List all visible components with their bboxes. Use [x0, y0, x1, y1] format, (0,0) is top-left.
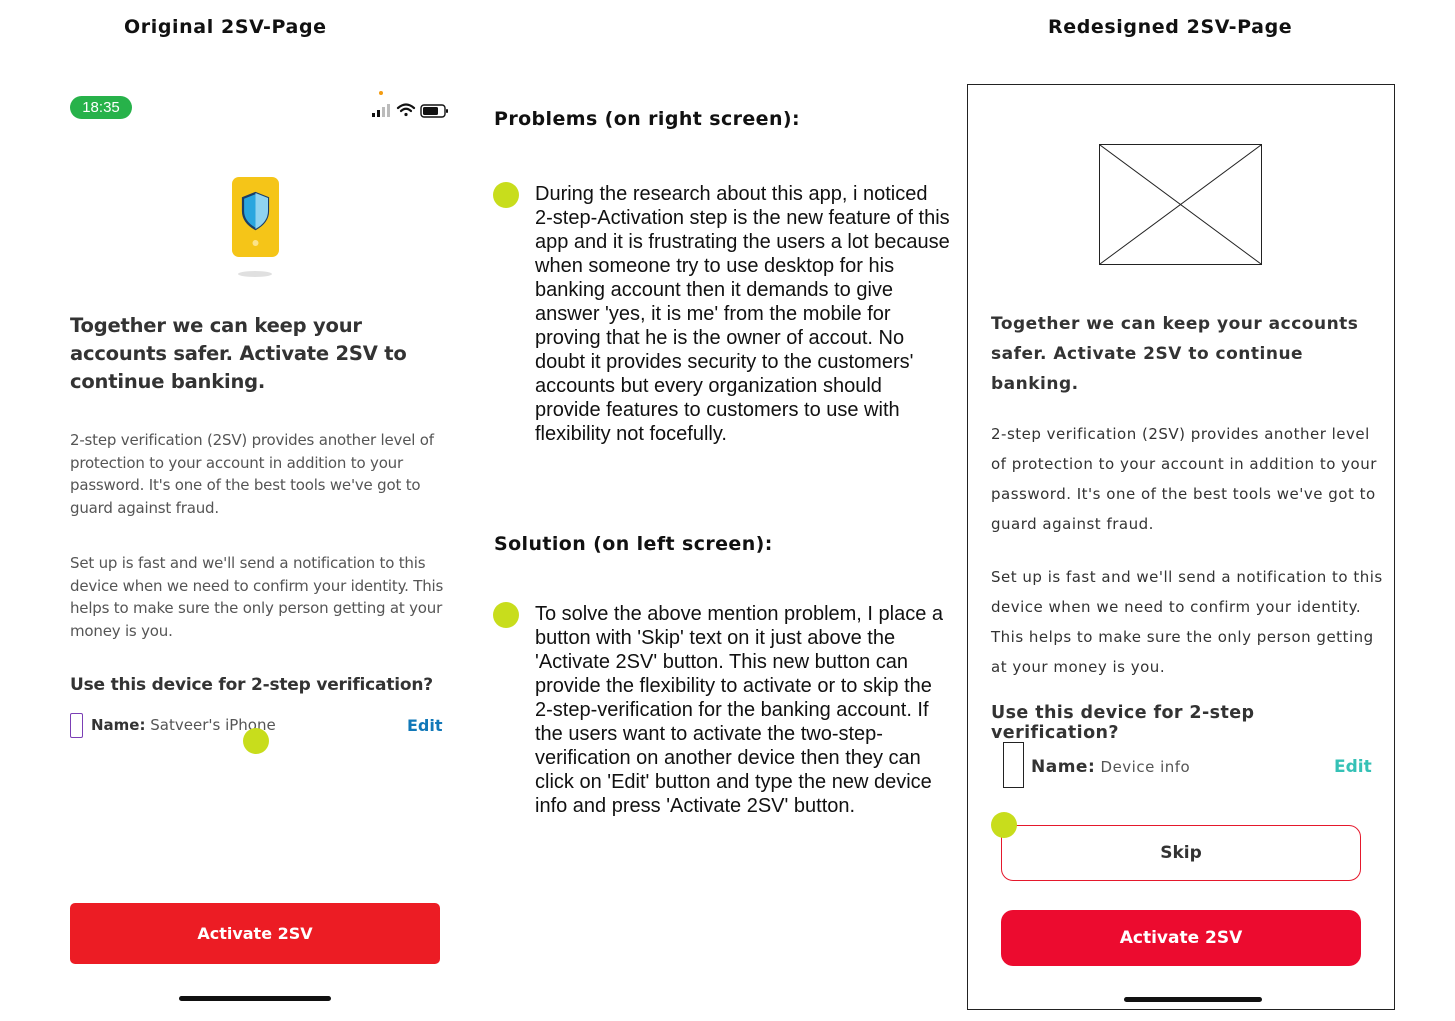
device-name-label: Name: — [91, 716, 146, 734]
redesigned-device-question: Use this device for 2-step verification? — [991, 703, 1255, 743]
phone-icon — [70, 713, 83, 738]
device-name-label: Name: — [1031, 757, 1096, 777]
redesigned-heading: Together we can keep your accounts safer… — [991, 314, 1359, 394]
shield-phone-icon — [232, 177, 279, 257]
original-device-question: Use this device for 2-step verification? — [70, 675, 433, 695]
marker-dot — [493, 182, 519, 208]
marker-dot — [991, 812, 1017, 838]
original-edit-link[interactable]: Edit — [407, 716, 443, 735]
image-placeholder-icon — [1099, 144, 1262, 265]
marker-dot — [493, 602, 519, 628]
original-activate-button[interactable]: Activate 2SV — [70, 903, 440, 964]
home-indicator — [179, 996, 331, 1001]
redesigned-description: 2-step verification (2SV) provides anoth… — [991, 425, 1377, 533]
wifi-icon — [396, 103, 416, 117]
solution-heading: Solution (on left screen): — [494, 533, 773, 555]
redesigned-device-name: Name: Device info — [1031, 757, 1190, 777]
redesigned-edit-link[interactable]: Edit — [1334, 757, 1372, 777]
redesigned-page-title: Redesigned 2SV-Page — [1048, 16, 1293, 38]
skip-button[interactable]: Skip — [1001, 825, 1361, 881]
signal-icon — [372, 104, 390, 117]
redesigned-setup-text: Set up is fast and we'll send a notifica… — [991, 568, 1383, 676]
phone-icon — [1003, 742, 1024, 788]
solution-text: To solve the above mention problem, I pl… — [535, 603, 944, 817]
home-indicator — [1124, 997, 1262, 1002]
battery-icon — [420, 104, 448, 118]
status-icons — [372, 103, 448, 118]
redesigned-activate-button[interactable]: Activate 2SV — [1001, 910, 1361, 966]
original-page-title: Original 2SV-Page — [124, 16, 327, 38]
problems-text: During the research about this app, i no… — [535, 183, 950, 445]
privacy-indicator-icon — [379, 91, 383, 95]
problems-heading: Problems (on right screen): — [494, 108, 800, 130]
original-setup-text: Set up is fast and we'll send a notifica… — [70, 554, 444, 640]
hero-shadow — [238, 271, 272, 277]
original-heading: Together we can keep your accounts safer… — [70, 314, 407, 393]
original-description: 2-step verification (2SV) provides anoth… — [70, 431, 434, 517]
marker-dot — [243, 728, 269, 754]
device-name-value: Device info — [1100, 758, 1191, 776]
status-time: 18:35 — [70, 96, 132, 119]
